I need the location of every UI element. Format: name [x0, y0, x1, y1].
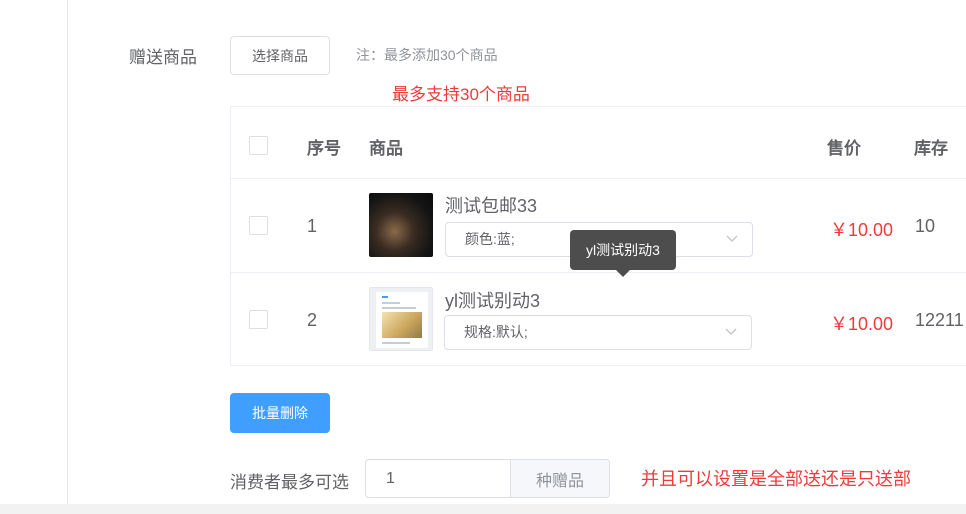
select-all-checkbox[interactable]: [249, 136, 268, 155]
header-stock: 库存: [914, 139, 948, 158]
goods-name: yl测试别动3: [445, 291, 541, 311]
goods-thumbnail: [369, 193, 433, 257]
sku-select-value: 规格:默认;: [464, 324, 528, 340]
row-index: 1: [307, 216, 318, 236]
goods-thumbnail: [369, 287, 433, 351]
batch-delete-button[interactable]: 批量删除: [230, 393, 330, 433]
chevron-down-icon: [725, 328, 737, 335]
row-checkbox[interactable]: [249, 216, 268, 235]
gift-goods-label: 赠送商品: [129, 48, 197, 67]
max-gift-count-input[interactable]: 1: [365, 459, 511, 498]
left-rail: [0, 0, 68, 504]
sku-select-value: 颜色:蓝;: [465, 231, 515, 247]
goods-name-tooltip: yl测试别动3: [570, 230, 676, 270]
goods-stock: 10: [915, 216, 936, 236]
annotation-gift-mode: 并且可以设置是全部送还是只送部: [641, 469, 911, 489]
header-price: 售价: [827, 139, 861, 158]
thumbnail-document-image: [376, 292, 428, 348]
limit-note: 注：最多添加30个商品: [356, 47, 498, 63]
annotation-limit: 最多支持30个商品: [392, 85, 530, 104]
row-index: 2: [307, 310, 318, 330]
tooltip-arrow: [616, 270, 630, 277]
table-header-row: 序号 商品 售价 库存: [231, 107, 966, 179]
chevron-down-icon: [726, 235, 738, 242]
goods-stock: 12211: [915, 310, 964, 330]
goods-price: ￥10.00: [830, 220, 894, 240]
bottom-scroll-area: [0, 504, 966, 514]
goods-price: ￥10.00: [830, 314, 894, 334]
row-checkbox[interactable]: [249, 310, 268, 329]
goods-name: 测试包邮33: [445, 196, 538, 216]
header-index: 序号: [307, 139, 341, 158]
consumer-max-label: 消费者最多可选: [230, 473, 349, 492]
sku-select[interactable]: 规格:默认;: [444, 315, 752, 350]
select-goods-button[interactable]: 选择商品: [230, 36, 330, 75]
gift-unit-append: 种赠品: [510, 459, 610, 498]
header-goods: 商品: [369, 139, 403, 158]
